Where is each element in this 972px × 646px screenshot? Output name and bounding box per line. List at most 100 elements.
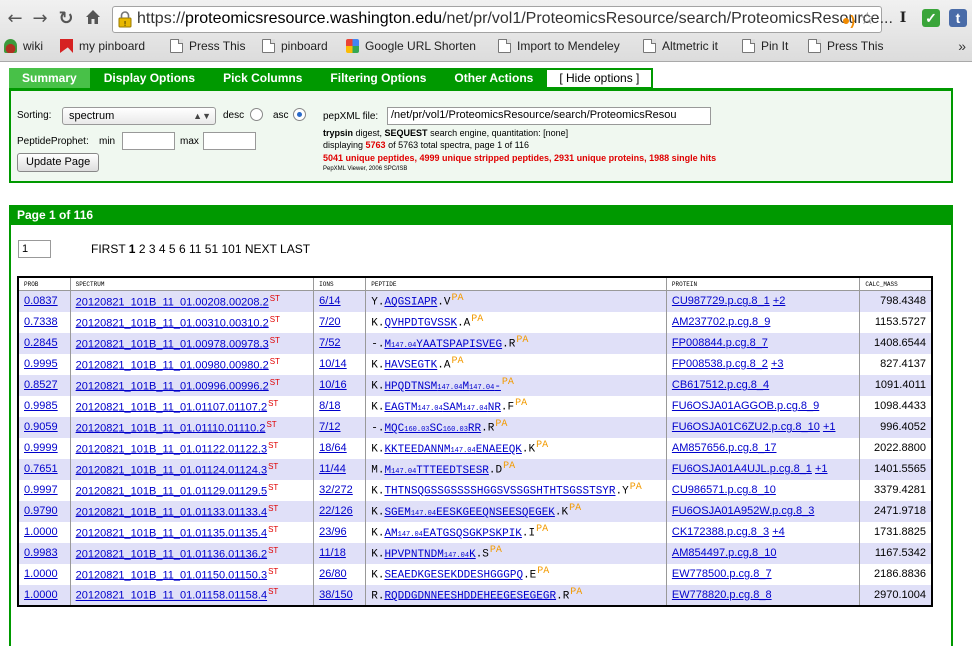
desc-radio[interactable] bbox=[250, 108, 263, 121]
alt-proteins-link[interactable]: +1 bbox=[823, 421, 836, 433]
forward-arrow-icon[interactable]: → bbox=[29, 8, 51, 30]
prob-link[interactable]: 0.9985 bbox=[24, 400, 58, 412]
ions-link[interactable]: 8/18 bbox=[319, 400, 340, 412]
spectrum-link[interactable]: 20120821_101B_11_01.01107.01107.2 bbox=[76, 401, 267, 413]
spectrum-viewer-link[interactable]: ST bbox=[268, 567, 278, 576]
update-page-button[interactable]: Update Page bbox=[17, 153, 100, 172]
header-protein[interactable]: PROTEIN bbox=[665, 276, 861, 291]
bookmark-pinboard[interactable]: pinboard bbox=[262, 39, 328, 53]
peptide-link[interactable]: HPQDTNSM147.04M147.04- bbox=[384, 381, 500, 393]
bookmark-star-icon[interactable]: ☆ bbox=[860, 9, 875, 29]
prob-link[interactable]: 0.9983 bbox=[24, 547, 58, 559]
spectrum-viewer-link[interactable]: ST bbox=[270, 378, 280, 387]
spectrum-link[interactable]: 20120821_101B_11_01.01158.01158.4 bbox=[76, 590, 267, 602]
spectrum-viewer-link[interactable]: ST bbox=[268, 504, 278, 513]
peptide-link[interactable]: SGEM147.04EESKGEEQNSEESQEGEK bbox=[384, 507, 554, 519]
spectrum-viewer-link[interactable]: ST bbox=[268, 587, 278, 596]
protein-link[interactable]: FU6OSJA01AGGOB.p.cg.8_9 bbox=[672, 400, 819, 412]
peptideprophet-link[interactable]: PA bbox=[471, 314, 483, 325]
spectrum-link[interactable]: 20120821_101B_11_01.00208.00208.2 bbox=[76, 297, 269, 309]
peptideprophet-link[interactable]: PA bbox=[537, 566, 549, 577]
protein-link[interactable]: CU986571.p.cg.8_10 bbox=[672, 484, 776, 496]
peptideprophet-link[interactable]: PA bbox=[536, 524, 548, 535]
page-link[interactable]: 4 bbox=[159, 242, 166, 256]
bookmark-altmetric[interactable]: Altmetric it bbox=[643, 39, 718, 53]
page-link[interactable]: 11 bbox=[189, 242, 201, 256]
spectrum-link[interactable]: 20120821_101B_11_01.01124.01124.3 bbox=[76, 464, 267, 476]
spectrum-viewer-link[interactable]: ST bbox=[270, 294, 280, 303]
spectrum-viewer-link[interactable]: ST bbox=[270, 315, 280, 324]
spectrum-viewer-link[interactable]: ST bbox=[268, 546, 278, 555]
peptide-link[interactable]: HAVSEGTK bbox=[384, 360, 437, 372]
peptideprophet-link[interactable]: PA bbox=[536, 440, 548, 451]
page-link[interactable]: 3 bbox=[149, 242, 156, 256]
bookmark-import-to-mendeley[interactable]: Import to Mendeley bbox=[498, 39, 620, 53]
spectrum-link[interactable]: 20120821_101B_11_01.01133.01133.4 bbox=[76, 506, 267, 518]
prob-link[interactable]: 0.7651 bbox=[24, 463, 58, 475]
bookmark-press-this[interactable]: Press This bbox=[170, 39, 245, 53]
bookmarks-overflow[interactable]: » bbox=[958, 38, 966, 54]
spectrum-link[interactable]: 20120821_101B_11_01.00310.00310.2 bbox=[76, 317, 269, 329]
bookmark-wiki[interactable]: wiki bbox=[4, 39, 43, 53]
spectrum-viewer-link[interactable]: ST bbox=[270, 336, 280, 345]
peptide-link[interactable]: AQGSIAPR bbox=[384, 297, 437, 309]
tab-pick-columns[interactable]: Pick Columns bbox=[209, 68, 317, 89]
protein-link[interactable]: CK172388.p.cg.8_3 bbox=[672, 526, 769, 538]
peptideprophet-link[interactable]: PA bbox=[451, 356, 463, 367]
ions-link[interactable]: 22/126 bbox=[319, 505, 353, 517]
peptide-link[interactable]: M147.04YAATSPAPISVEG bbox=[384, 339, 502, 351]
max-prob-input[interactable] bbox=[203, 132, 256, 150]
pepxml-file-input[interactable]: /net/pr/vol1/ProteomicsResource/search/P… bbox=[387, 107, 711, 125]
alt-proteins-link[interactable]: +4 bbox=[772, 526, 785, 538]
spectrum-link[interactable]: 20120821_101B_11_01.00996.00996.2 bbox=[76, 380, 269, 392]
peptideprophet-link[interactable]: PA bbox=[495, 419, 507, 430]
peptide-link[interactable]: HPVPNTNDM147.04K bbox=[384, 549, 475, 561]
page-first-link[interactable]: FIRST bbox=[91, 242, 125, 256]
header-peptide[interactable]: PEPTIDE bbox=[365, 276, 667, 291]
sorting-select[interactable]: spectrum ▲▼ bbox=[62, 107, 216, 125]
alt-proteins-link[interactable]: +1 bbox=[815, 463, 828, 475]
page-next-link[interactable]: NEXT bbox=[245, 242, 277, 256]
spectrum-viewer-link[interactable]: ST bbox=[268, 525, 278, 534]
prob-link[interactable]: 0.9999 bbox=[24, 442, 58, 454]
asc-radio[interactable] bbox=[293, 108, 306, 121]
tumblr-icon[interactable]: t bbox=[949, 9, 967, 27]
bookmark-google-url-shortener[interactable]: Google URL Shorten bbox=[346, 39, 483, 53]
protein-link[interactable]: FP008844.p.cg.8_7 bbox=[672, 337, 768, 349]
peptide-link[interactable]: SEAEDKGESEKDDESHGGGPQ bbox=[384, 570, 523, 582]
alt-proteins-link[interactable]: +3 bbox=[771, 358, 784, 370]
protein-link[interactable]: CU987729.p.cg.8_1 bbox=[672, 295, 770, 307]
page-last-link[interactable]: LAST bbox=[280, 242, 310, 256]
peptideprophet-link[interactable]: PA bbox=[630, 482, 642, 493]
prob-link[interactable]: 0.0837 bbox=[24, 295, 58, 307]
page-link[interactable]: 5 bbox=[169, 242, 176, 256]
instapaper-icon[interactable]: I bbox=[894, 9, 912, 27]
prob-link[interactable]: 0.9995 bbox=[24, 358, 58, 370]
spectrum-link[interactable]: 20120821_101B_11_01.01122.01122.3 bbox=[76, 443, 267, 455]
alt-proteins-link[interactable]: +2 bbox=[773, 295, 786, 307]
peptideprophet-link[interactable]: PA bbox=[570, 587, 582, 598]
header-prob[interactable]: PROB bbox=[17, 276, 71, 291]
prob-link[interactable]: 1.0000 bbox=[24, 589, 58, 601]
ions-link[interactable]: 11/18 bbox=[319, 547, 346, 559]
spectrum-link[interactable]: 20120821_101B_11_01.01136.01136.2 bbox=[76, 548, 267, 560]
ions-link[interactable]: 11/44 bbox=[319, 463, 346, 475]
protein-link[interactable]: AM854497.p.cg.8_10 bbox=[672, 547, 777, 559]
bookmark-my-pinboard[interactable]: my pinboard bbox=[60, 39, 145, 53]
protein-link[interactable]: AM857656.p.cg.8_17 bbox=[672, 442, 777, 454]
header-calc-mass[interactable]: CALC_MASS bbox=[859, 276, 933, 291]
address-bar[interactable]: ! https://proteomicsresource.washington.… bbox=[112, 6, 893, 33]
bookmark-pin-it[interactable]: Pin It bbox=[742, 39, 788, 53]
peptideprophet-link[interactable]: PA bbox=[569, 503, 581, 514]
prob-link[interactable]: 1.0000 bbox=[24, 568, 58, 580]
peptide-link[interactable]: THTNSQGSSGSSSSHGGSVSSGSHTHTSGSSTSYR bbox=[384, 486, 615, 498]
peptideprophet-link[interactable]: PA bbox=[503, 461, 515, 472]
prob-link[interactable]: 0.9997 bbox=[24, 484, 58, 496]
spectrum-link[interactable]: 20120821_101B_11_01.01110.01110.2 bbox=[76, 422, 266, 434]
ions-link[interactable]: 10/16 bbox=[319, 379, 347, 391]
ions-link[interactable]: 7/52 bbox=[319, 337, 340, 349]
prob-link[interactable]: 0.9790 bbox=[24, 505, 58, 517]
tab-filtering-options[interactable]: Filtering Options bbox=[316, 68, 441, 89]
protein-link[interactable]: EW778500.p.cg.8_7 bbox=[672, 568, 772, 580]
home-icon[interactable] bbox=[82, 8, 104, 30]
